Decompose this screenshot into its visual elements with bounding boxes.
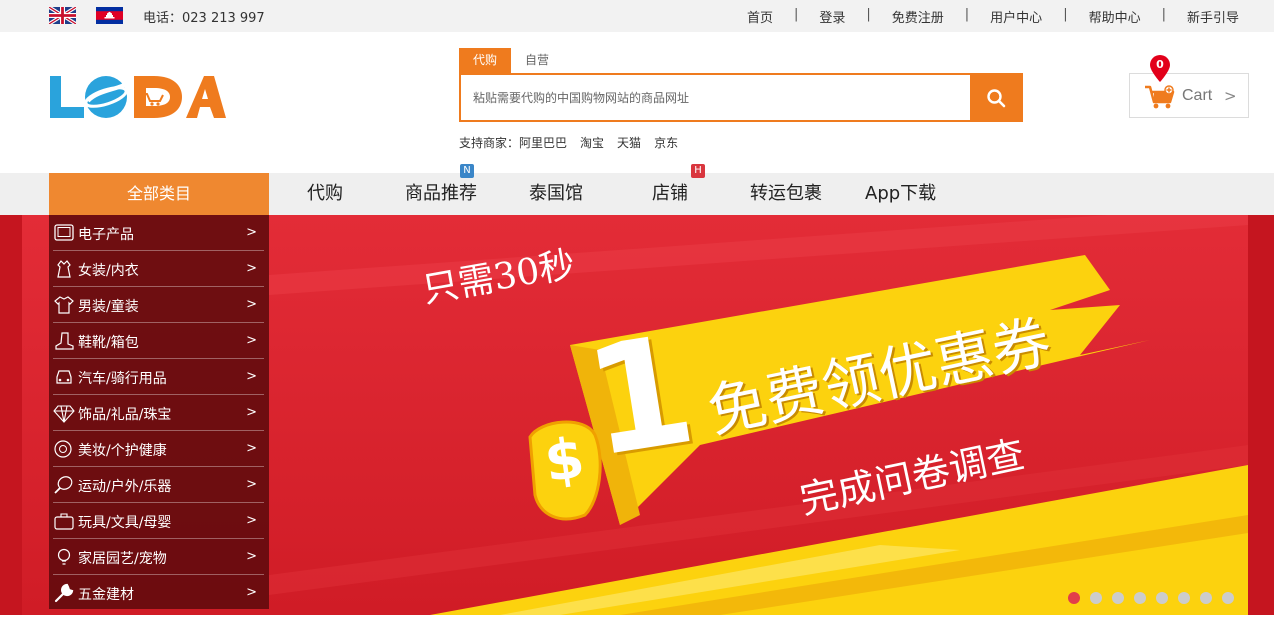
cambodia-flag-icon[interactable]	[96, 7, 123, 24]
chevron-right-icon: >	[1224, 87, 1237, 105]
category-jewelry-gifts[interactable]: 饰品/礼品/珠宝 >	[53, 395, 264, 431]
chevron-right-icon: >	[246, 585, 257, 600]
wrench-icon	[54, 583, 74, 603]
chevron-right-icon: >	[246, 477, 257, 492]
nav-item-shops[interactable]: 店铺	[652, 173, 688, 215]
search-tabs: 代购 自营	[459, 48, 563, 73]
help-center-link[interactable]: 帮助中心	[1089, 7, 1141, 26]
chevron-right-icon: >	[246, 549, 257, 564]
chevron-right-icon: >	[246, 369, 257, 384]
search-icon	[986, 88, 1005, 107]
makeup-icon	[54, 440, 72, 458]
chevron-right-icon: >	[246, 405, 257, 420]
diamond-icon	[53, 405, 75, 423]
car-icon	[56, 370, 72, 384]
merchants-label: 支持商家：	[459, 136, 520, 150]
category-hardware[interactable]: 五金建材 >	[53, 575, 264, 611]
cart-label: Cart	[1182, 87, 1213, 104]
chevron-right-icon: >	[246, 225, 257, 240]
category-label: 美妆/个护健康	[78, 443, 167, 459]
user-center-link[interactable]: 用户中心	[990, 7, 1042, 26]
tshirt-icon	[54, 296, 74, 314]
separator: |	[1161, 7, 1166, 22]
home-link[interactable]: 首页	[747, 7, 773, 26]
category-womens-clothing[interactable]: 女装/内衣 >	[53, 251, 264, 287]
login-link[interactable]: 登录	[819, 7, 845, 26]
chevron-right-icon: >	[246, 441, 257, 456]
slide-dot[interactable]	[1156, 592, 1168, 604]
slide-dot[interactable]	[1068, 592, 1080, 604]
toy-icon	[54, 513, 74, 530]
cart-icon	[1145, 85, 1175, 109]
uk-flag-icon[interactable]	[49, 7, 76, 24]
search-box	[459, 73, 1023, 122]
separator: |	[964, 7, 970, 22]
merchant-tmall[interactable]: 天猫	[617, 134, 641, 151]
new-badge: N	[460, 164, 474, 178]
search-button[interactable]	[970, 75, 1021, 120]
hot-badge: H	[691, 164, 705, 178]
category-home-garden-pets[interactable]: 家居园艺/宠物 >	[53, 539, 264, 575]
cart-count: 0	[1156, 58, 1164, 71]
loda-logo[interactable]	[48, 68, 228, 124]
cart-button[interactable]: Cart >	[1129, 73, 1249, 118]
merchant-taobao[interactable]: 淘宝	[580, 134, 604, 151]
bulb-icon	[57, 548, 71, 565]
slide-dot[interactable]	[1134, 592, 1146, 604]
category-label: 饰品/礼品/珠宝	[78, 407, 172, 423]
nav-item-recommended[interactable]: 商品推荐	[405, 173, 477, 215]
racket-icon	[54, 476, 73, 494]
category-menu: 电子产品 > 女装/内衣 > 男装/童装 > 鞋靴/箱包 > 汽车/骑行用品 >…	[49, 215, 269, 609]
phone-number: 电话：023 213 997	[143, 11, 265, 26]
nav-item-daigou[interactable]: 代购	[307, 173, 343, 215]
dress-icon	[57, 260, 71, 278]
tab-daigou[interactable]: 代购	[459, 48, 512, 73]
category-label: 女装/内衣	[78, 263, 139, 279]
category-label: 男装/童装	[78, 299, 139, 315]
category-mens-kids-clothing[interactable]: 男装/童装 >	[53, 287, 264, 323]
tablet-icon	[54, 224, 74, 241]
category-label: 玩具/文具/母婴	[78, 515, 172, 531]
register-link[interactable]: 免费注册	[892, 7, 944, 26]
category-electronics[interactable]: 电子产品 >	[53, 215, 264, 251]
all-categories-button[interactable]: 全部类目	[49, 173, 269, 215]
category-auto-cycling[interactable]: 汽车/骑行用品 >	[53, 359, 264, 395]
nav-item-forwarding[interactable]: 转运包裹	[750, 173, 822, 215]
search-input[interactable]	[461, 75, 970, 120]
slide-dot[interactable]	[1222, 592, 1234, 604]
slide-dot[interactable]	[1112, 592, 1124, 604]
top-links: 首页 | 登录 | 免费注册 | 用户中心 | 帮助中心 | 新手引导	[747, 7, 1239, 26]
category-label: 电子产品	[78, 227, 134, 243]
category-label: 五金建材	[78, 587, 134, 603]
banner-pagination	[1068, 592, 1244, 604]
boot-icon	[55, 332, 74, 350]
tab-self-operated[interactable]: 自营	[511, 48, 563, 73]
separator: |	[866, 7, 871, 22]
slide-dot[interactable]	[1090, 592, 1102, 604]
supported-merchants: 支持商家： 阿里巴巴 淘宝 天猫 京东	[459, 134, 678, 151]
chevron-right-icon: >	[246, 513, 257, 528]
category-toys-stationery[interactable]: 玩具/文具/母婴 >	[53, 503, 264, 539]
category-label: 家居园艺/宠物	[78, 551, 167, 567]
category-label: 运动/户外/乐器	[78, 479, 172, 495]
chevron-right-icon: >	[246, 333, 257, 348]
category-sports-outdoor[interactable]: 运动/户外/乐器 >	[53, 467, 264, 503]
category-shoes-bags[interactable]: 鞋靴/箱包 >	[53, 323, 264, 359]
separator: |	[793, 7, 799, 22]
category-label: 汽车/骑行用品	[78, 371, 167, 387]
chevron-right-icon: >	[246, 261, 257, 276]
category-label: 鞋靴/箱包	[78, 335, 139, 351]
separator: |	[1063, 7, 1068, 22]
nav-item-app-download[interactable]: App下载	[865, 173, 936, 215]
merchant-alibaba[interactable]: 阿里巴巴	[519, 134, 567, 151]
slide-dot[interactable]	[1200, 592, 1212, 604]
nav-item-thailand[interactable]: 泰国馆	[529, 173, 583, 215]
merchant-jd[interactable]: 京东	[654, 134, 678, 151]
beginner-guide-link[interactable]: 新手引导	[1187, 7, 1239, 26]
chevron-right-icon: >	[246, 297, 257, 312]
slide-dot[interactable]	[1178, 592, 1190, 604]
category-beauty-health[interactable]: 美妆/个护健康 >	[53, 431, 264, 467]
